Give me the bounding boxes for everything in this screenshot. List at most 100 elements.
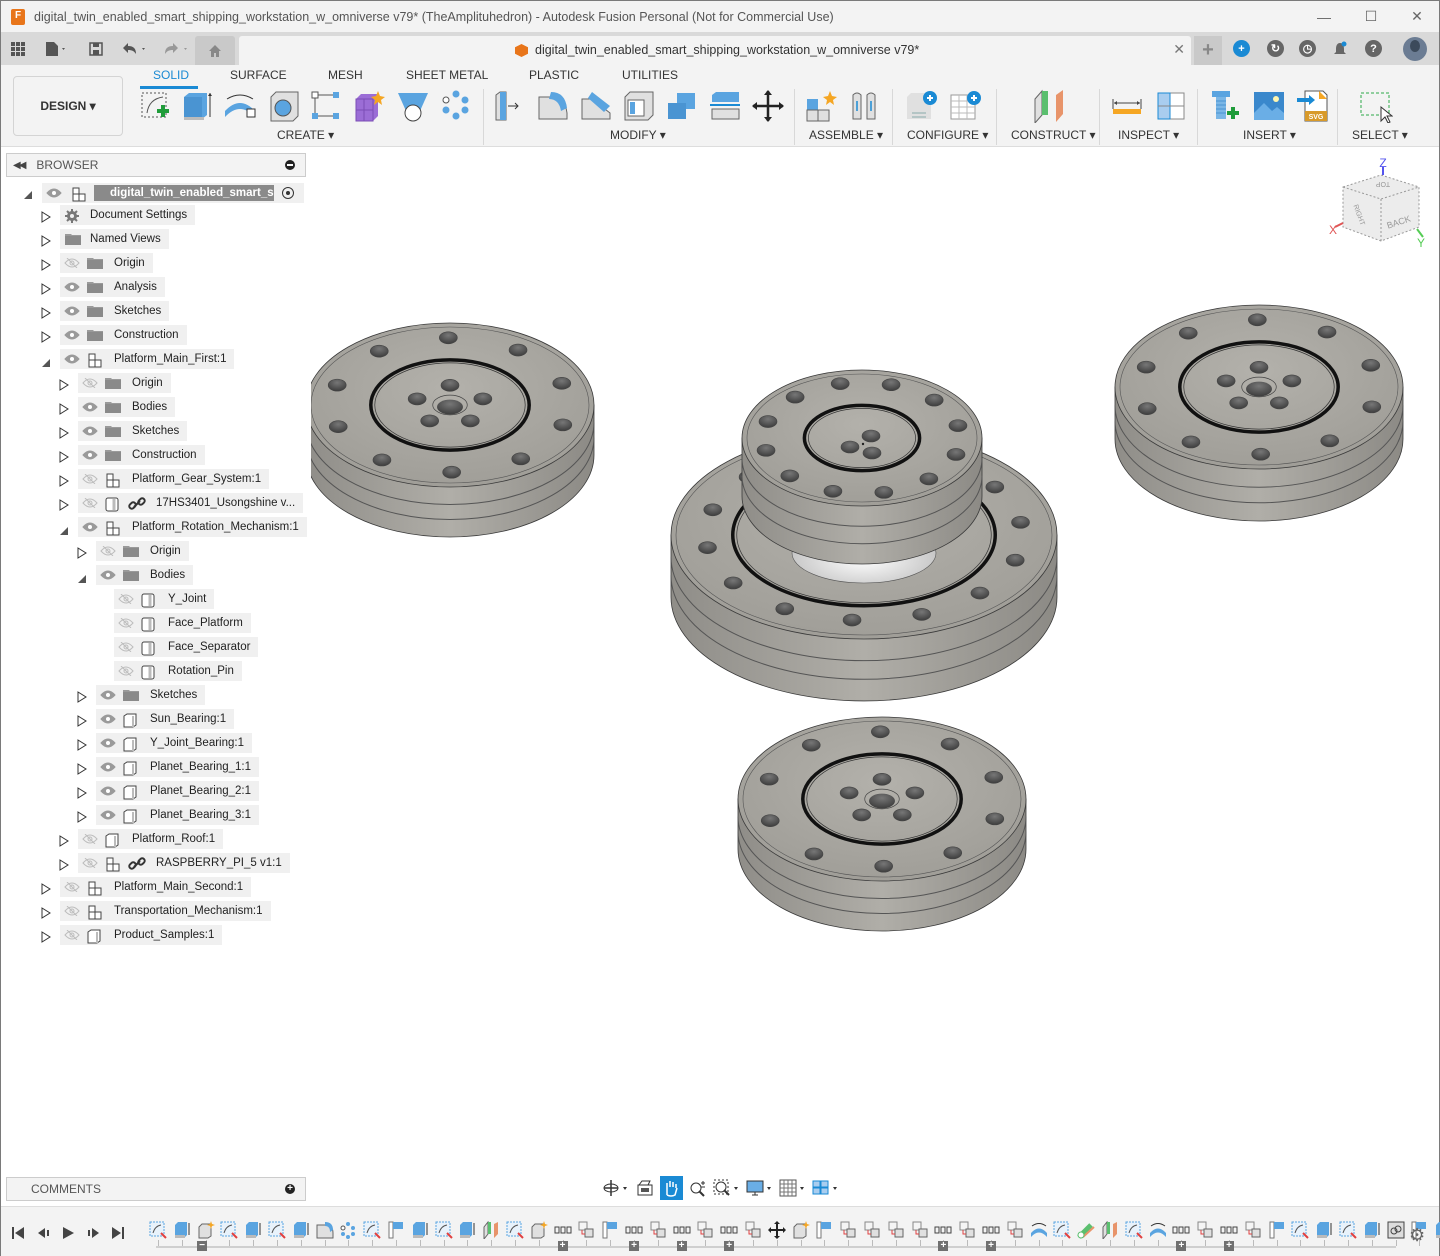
expand-group-marker[interactable]: + <box>724 1241 735 1251</box>
minimize-browser-icon[interactable] <box>285 160 295 170</box>
visibility-eye-icon[interactable] <box>100 690 116 700</box>
timeline-feature-joint[interactable] <box>863 1221 881 1239</box>
expand-toggle[interactable] <box>59 378 69 391</box>
expand-toggle[interactable] <box>41 882 51 895</box>
tree-node[interactable]: Y_Joint <box>114 589 215 609</box>
tab-sheet-metal[interactable]: SHEET METAL <box>406 68 488 82</box>
fit-icon[interactable] <box>712 1176 741 1200</box>
revolve-icon[interactable] <box>223 89 257 123</box>
tree-node[interactable]: Sketches <box>78 421 188 441</box>
timeline-feature-joint[interactable] <box>1196 1221 1214 1239</box>
create-form-icon[interactable] <box>352 89 386 123</box>
pattern-icon[interactable] <box>438 89 472 123</box>
timeline-feature-joint[interactable] <box>911 1221 929 1239</box>
select-menu[interactable]: SELECT ▾ <box>1352 128 1408 142</box>
activate-component-icon[interactable] <box>282 187 294 199</box>
collapse-browser-icon[interactable]: ◀◀ <box>13 160 26 171</box>
expand-group-marker[interactable]: + <box>676 1241 687 1251</box>
tree-node[interactable]: Planet_Bearing_1:1 <box>96 757 260 777</box>
tree-node[interactable]: Product_Samples:1 <box>60 925 223 945</box>
timeline-feature-sketch[interactable] <box>220 1221 239 1239</box>
tree-node[interactable]: Document Settings <box>60 205 196 225</box>
tab-plastic[interactable]: PLASTIC <box>529 68 579 82</box>
grid-icon[interactable] <box>779 1176 808 1200</box>
expand-toggle[interactable] <box>77 738 87 751</box>
timeline-feature-extrude[interactable] <box>458 1221 476 1239</box>
notifications-icon[interactable] <box>1331 40 1348 57</box>
loft-icon[interactable] <box>396 89 430 123</box>
visibility-eye-icon[interactable] <box>100 786 116 796</box>
tree-node[interactable]: Construction <box>78 445 205 465</box>
timeline-feature-group[interactable] <box>934 1221 952 1239</box>
browser-panel-header[interactable]: ◀◀ BROWSER <box>6 153 306 177</box>
create-sketch-icon[interactable] <box>139 89 173 123</box>
pan-icon[interactable] <box>659 1176 683 1200</box>
hidden-eye-icon[interactable] <box>82 474 98 484</box>
configure-icon[interactable] <box>904 89 938 123</box>
timeline-feature-revolve[interactable] <box>1149 1221 1167 1239</box>
expand-toggle[interactable] <box>77 690 87 703</box>
job-status-icon[interactable]: ↻ <box>1267 40 1284 57</box>
hidden-eye-icon[interactable] <box>82 498 98 508</box>
expand-toggle[interactable] <box>41 355 51 367</box>
expand-toggle[interactable] <box>41 258 51 271</box>
window-select-icon[interactable] <box>1359 89 1393 123</box>
expand-toggle[interactable] <box>59 474 69 487</box>
timeline-feature-component[interactable] <box>197 1221 215 1239</box>
timeline-marker[interactable]: − <box>197 1241 207 1251</box>
timeline-feature-joint[interactable] <box>577 1221 595 1239</box>
hidden-eye-icon[interactable] <box>64 882 80 892</box>
timeline-feature-fillet[interactable] <box>316 1221 334 1239</box>
expand-group-marker[interactable]: + <box>557 1241 568 1251</box>
visibility-eye-icon[interactable] <box>64 306 80 316</box>
hidden-eye-icon[interactable] <box>64 930 80 940</box>
timeline-feature-joint[interactable] <box>744 1221 762 1239</box>
timeline-feature-move[interactable] <box>767 1221 786 1239</box>
press-pull-icon[interactable] <box>493 89 527 123</box>
timeline-feature-group[interactable] <box>1220 1221 1238 1239</box>
tree-node[interactable]: Platform_Main_Second:1 <box>60 877 252 897</box>
close-tab-button[interactable]: ✕ <box>1173 41 1185 58</box>
tree-node[interactable]: Rotation_Pin <box>114 661 242 681</box>
viewports-icon[interactable] <box>812 1176 841 1200</box>
tree-node[interactable]: Transportation_Mechanism:1 <box>60 901 271 921</box>
visibility-eye-icon[interactable] <box>100 738 116 748</box>
timeline-feature-extrude[interactable] <box>1434 1221 1440 1239</box>
timeline-feature-group[interactable] <box>1172 1221 1190 1239</box>
timeline-feature-joint[interactable] <box>1244 1221 1262 1239</box>
visibility-eye-icon[interactable] <box>100 810 116 820</box>
timeline-feature-extrude[interactable] <box>173 1221 191 1239</box>
timeline-feature-component[interactable] <box>792 1221 810 1239</box>
insert-menu[interactable]: INSERT ▾ <box>1243 128 1296 142</box>
expand-group-marker[interactable]: + <box>1176 1241 1187 1251</box>
tab-utilities[interactable]: UTILITIES <box>622 68 678 82</box>
timeline-feature-joint[interactable] <box>887 1221 905 1239</box>
extrude-icon[interactable] <box>181 89 215 123</box>
timeline-feature-extrude[interactable] <box>1363 1221 1381 1239</box>
tree-node[interactable]: Analysis <box>60 277 165 297</box>
play-button[interactable] <box>61 1226 75 1243</box>
timeline-feature-extrude[interactable] <box>411 1221 429 1239</box>
timeline-feature-group[interactable] <box>554 1221 572 1239</box>
tree-node[interactable]: Sketches <box>60 301 170 321</box>
chamfer-icon[interactable] <box>579 89 613 123</box>
home-tab[interactable] <box>195 36 235 65</box>
joint-icon[interactable] <box>847 89 881 123</box>
timeline-feature-group[interactable] <box>673 1221 691 1239</box>
timeline-feature-extrude[interactable] <box>1315 1221 1333 1239</box>
tree-node[interactable]: Origin <box>78 373 171 393</box>
history-icon[interactable]: ◷ <box>1299 40 1316 57</box>
timeline-feature-group[interactable] <box>625 1221 643 1239</box>
timeline-feature-flag[interactable] <box>815 1221 833 1239</box>
timeline-feature-sketch[interactable] <box>149 1221 167 1239</box>
hidden-eye-icon[interactable] <box>118 618 134 628</box>
timeline-feature-joint[interactable] <box>1006 1221 1024 1239</box>
hidden-eye-icon[interactable] <box>82 858 98 868</box>
timeline-feature-flag[interactable] <box>601 1221 619 1239</box>
timeline-feature-joint[interactable] <box>958 1221 976 1239</box>
hole-icon[interactable] <box>267 89 301 123</box>
expand-toggle[interactable] <box>59 523 69 535</box>
visibility-eye-icon[interactable] <box>100 570 116 580</box>
expand-toggle[interactable] <box>41 330 51 343</box>
timeline-feature-extrude[interactable] <box>244 1221 262 1239</box>
